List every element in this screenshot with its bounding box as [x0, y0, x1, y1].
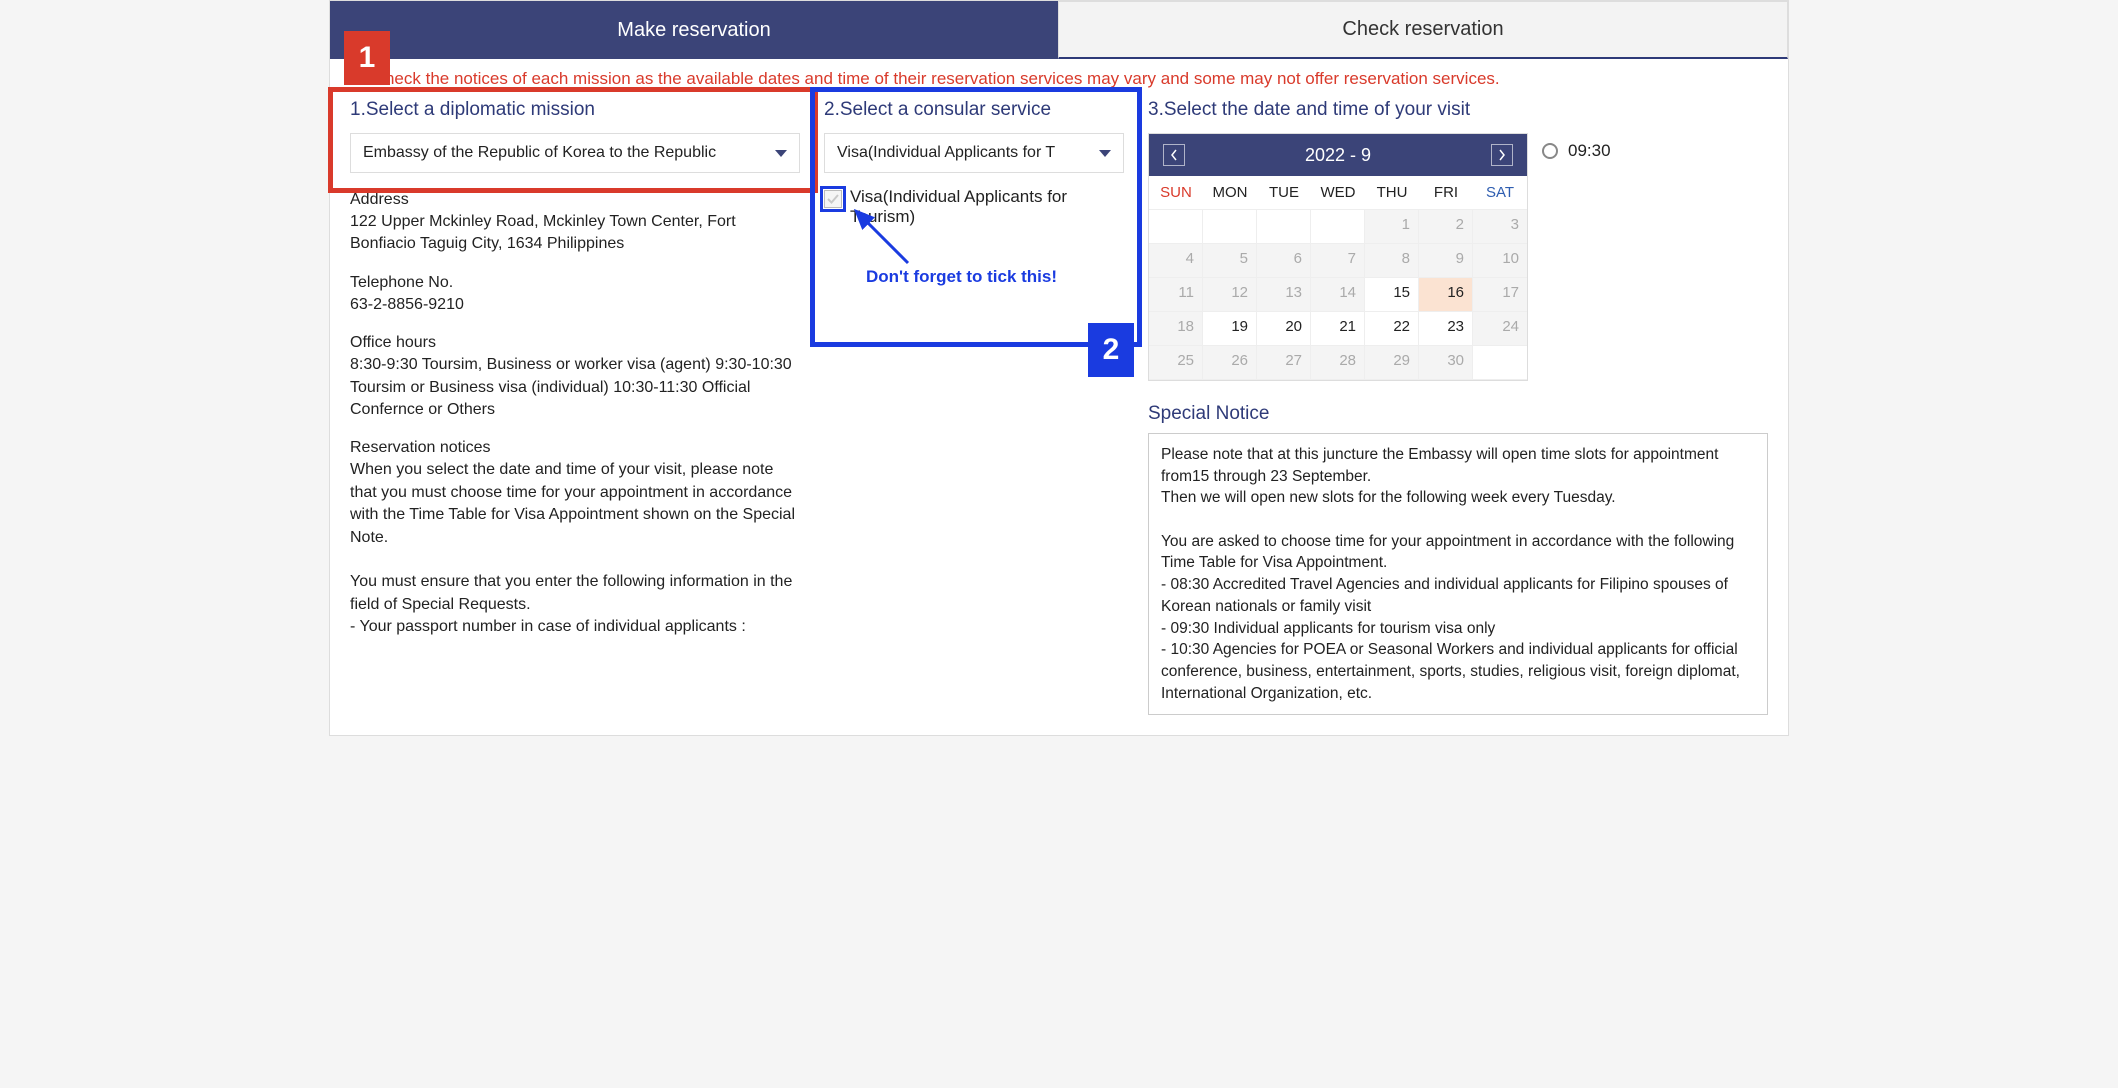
calendar-cell: 5: [1203, 244, 1257, 278]
step3-title: 3.Select the date and time of your visit: [1148, 99, 1768, 121]
calendar-cell: 25: [1149, 346, 1203, 380]
calendar-cell: [1149, 210, 1203, 244]
annotation-tick-hint: Don't forget to tick this!: [866, 267, 1057, 287]
calendar-prev-button[interactable]: [1163, 144, 1185, 166]
calendar-cell: [1473, 346, 1527, 380]
calendar-cell[interactable]: 23: [1419, 312, 1473, 346]
calendar-dow: MON: [1203, 176, 1257, 210]
service-checkbox[interactable]: [824, 190, 842, 208]
mission-select[interactable]: Embassy of the Republic of Korea to the …: [350, 133, 800, 173]
tab-make-reservation[interactable]: Make reservation: [330, 1, 1058, 59]
service-option-label: Visa(Individual Applicants for Tourism): [850, 187, 1124, 227]
calendar-cell[interactable]: 20: [1257, 312, 1311, 346]
calendar: 2022 - 9 SUNMONTUEWEDTHUFRISAT 123456789…: [1148, 133, 1528, 381]
calendar-cell: 13: [1257, 278, 1311, 312]
mission-selected-value: Embassy of the Republic of Korea to the …: [363, 144, 716, 162]
time-slot[interactable]: 09:30: [1542, 141, 1611, 161]
calendar-dow: FRI: [1419, 176, 1473, 210]
calendar-cell: 28: [1311, 346, 1365, 380]
hours-label: Office hours: [350, 334, 800, 352]
reservation-page: Make reservation Check reservation 1 ***…: [329, 0, 1789, 736]
calendar-cell: 14: [1311, 278, 1365, 312]
phone-value: 63-2-8856-9210: [350, 294, 800, 316]
step3-column: 3.Select the date and time of your visit…: [1148, 99, 1768, 715]
special-notice-body: Please note that at this juncture the Em…: [1148, 433, 1768, 715]
address-value: 122 Upper Mckinley Road, Mckinley Town C…: [350, 211, 800, 256]
calendar-cell: 17: [1473, 278, 1527, 312]
service-selected-value: Visa(Individual Applicants for T: [837, 144, 1055, 162]
calendar-cell: [1203, 210, 1257, 244]
calendar-dow: WED: [1311, 176, 1365, 210]
tab-check-reservation[interactable]: Check reservation: [1058, 1, 1788, 59]
calendar-dow-row: SUNMONTUEWEDTHUFRISAT: [1149, 176, 1527, 210]
special-notice-title: Special Notice: [1148, 403, 1768, 425]
calendar-header: 2022 - 9: [1149, 134, 1527, 176]
service-select[interactable]: Visa(Individual Applicants for T: [824, 133, 1124, 173]
calendar-cell[interactable]: 22: [1365, 312, 1419, 346]
chevron-down-icon: [1099, 150, 1111, 157]
chevron-down-icon: [775, 150, 787, 157]
calendar-cell: 7: [1311, 244, 1365, 278]
calendar-cell: [1257, 210, 1311, 244]
calendar-cell: 1: [1365, 210, 1419, 244]
calendar-cell: 8: [1365, 244, 1419, 278]
calendar-cell: 30: [1419, 346, 1473, 380]
calendar-cell[interactable]: 19: [1203, 312, 1257, 346]
check-icon: [827, 193, 839, 205]
main-columns: 1.Select a diplomatic mission Embassy of…: [330, 99, 1788, 735]
res-notices-label: Reservation notices: [350, 439, 800, 457]
address-label: Address: [350, 191, 800, 209]
calendar-cell: [1311, 210, 1365, 244]
phone-label: Telephone No.: [350, 274, 800, 292]
step1-title: 1.Select a diplomatic mission: [350, 99, 800, 121]
step2-column: 2 2.Select a consular service Visa(Indiv…: [824, 99, 1124, 715]
calendar-body: 1234567891011121314151617181920212223242…: [1149, 210, 1527, 380]
calendar-cell: 11: [1149, 278, 1203, 312]
calendar-cell: 3: [1473, 210, 1527, 244]
tab-label: Make reservation: [617, 19, 770, 42]
hours-value: 8:30-9:30 Toursim, Business or worker vi…: [350, 354, 800, 421]
calendar-next-button[interactable]: [1491, 144, 1513, 166]
calendar-cell: 6: [1257, 244, 1311, 278]
calendar-cell: 27: [1257, 346, 1311, 380]
calendar-cell: 4: [1149, 244, 1203, 278]
annotation-badge-2: 2: [1088, 323, 1134, 377]
radio-icon: [1542, 143, 1558, 159]
calendar-cell: 9: [1419, 244, 1473, 278]
tab-label: Check reservation: [1342, 18, 1503, 41]
calendar-cell: 2: [1419, 210, 1473, 244]
time-slot-label: 09:30: [1568, 141, 1611, 161]
res-notices-value: When you select the date and time of you…: [350, 459, 800, 638]
time-slot-list: 09:30: [1542, 133, 1611, 161]
calendar-cell[interactable]: 15: [1365, 278, 1419, 312]
chevron-left-icon: [1170, 149, 1178, 161]
step1-column: 1.Select a diplomatic mission Embassy of…: [350, 99, 800, 715]
calendar-dow: SAT: [1473, 176, 1527, 210]
calendar-dow: THU: [1365, 176, 1419, 210]
calendar-cell[interactable]: 21: [1311, 312, 1365, 346]
step2-title: 2.Select a consular service: [824, 99, 1124, 121]
calendar-month-label: 2022 - 9: [1305, 145, 1371, 166]
calendar-cell: 10: [1473, 244, 1527, 278]
calendar-cell: 29: [1365, 346, 1419, 380]
tab-bar: Make reservation Check reservation: [330, 1, 1788, 59]
calendar-cell: 12: [1203, 278, 1257, 312]
calendar-dow: SUN: [1149, 176, 1203, 210]
service-option-row[interactable]: Visa(Individual Applicants for Tourism): [824, 187, 1124, 227]
calendar-cell: 26: [1203, 346, 1257, 380]
calendar-cell: 24: [1473, 312, 1527, 346]
top-notice: ****check the notices of each mission as…: [330, 59, 1788, 99]
calendar-cell[interactable]: 16: [1419, 278, 1473, 312]
calendar-dow: TUE: [1257, 176, 1311, 210]
calendar-cell: 18: [1149, 312, 1203, 346]
chevron-right-icon: [1498, 149, 1506, 161]
